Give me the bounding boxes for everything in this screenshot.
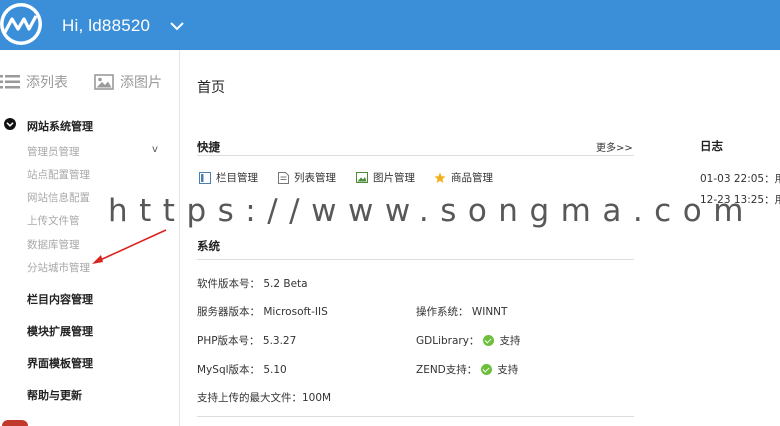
nav-group-label: 网站系统管理 xyxy=(27,120,93,133)
more-link[interactable]: 更多>> xyxy=(596,139,633,154)
add-list-button[interactable]: 添列表 xyxy=(0,72,68,92)
sidebar-item-admin[interactable]: 管理员管理 xyxy=(27,144,80,159)
sidebar-item-upload[interactable]: 上传文件管 xyxy=(27,213,80,228)
top-header: Hi, ld88520 xyxy=(0,0,780,50)
quick-link-pictures[interactable]: 图片管理 xyxy=(356,170,415,185)
quick-link-lists[interactable]: 列表管理 xyxy=(278,170,336,185)
gdlibrary-support: GDLibrary： 支持 xyxy=(416,333,520,348)
max-upload-size: 支持上传的最大文件：100M xyxy=(197,392,332,404)
nav-group-label: 帮助与更新 xyxy=(27,389,82,402)
chevron-down-icon[interactable] xyxy=(170,21,184,31)
quick-link-label: 图片管理 xyxy=(373,172,415,184)
sidebar-item-site-config[interactable]: 站点配置管理 xyxy=(27,167,90,182)
quick-link-columns[interactable]: 栏目管理 xyxy=(199,170,258,185)
server-version: 服务器版本： Microsoft-IIS xyxy=(197,306,328,318)
picture-icon xyxy=(356,172,368,183)
sidebar-item-city[interactable]: 分站城市管理 xyxy=(27,260,90,275)
add-image-label: 添图片 xyxy=(120,75,162,91)
user-greeting[interactable]: Hi, ld88520 xyxy=(62,16,150,36)
annotation-arrow-icon xyxy=(92,229,167,264)
page-title: 首页 xyxy=(197,80,225,96)
check-icon xyxy=(483,335,495,346)
sidebar-item-site-info[interactable]: 网站信息配置 xyxy=(27,190,90,205)
zend-support: ZEND支持： 支持 xyxy=(416,362,518,377)
bottom-widget-icon[interactable] xyxy=(0,420,30,426)
log-entry[interactable]: 01-03 22:05：用 xyxy=(700,171,780,186)
zend-label: ZEND支持： xyxy=(416,364,478,376)
nav-group-label: 界面模板管理 xyxy=(27,357,93,370)
nav-group-label: 栏目内容管理 xyxy=(27,293,93,306)
software-version: 软件版本号： 5.2 Beta xyxy=(197,278,308,290)
add-image-button[interactable]: 添图片 xyxy=(94,72,162,92)
gdlibrary-status: 支持 xyxy=(499,335,521,347)
operating-system: 操作系统： WINNT xyxy=(416,306,508,318)
logo-icon xyxy=(0,3,42,45)
check-icon xyxy=(481,364,493,375)
quick-section-title: 快捷 xyxy=(197,140,220,154)
main-content: 首页 快捷 更多>> 栏目管理 列表管理 图片管理 商品管理 系统 软件版本号：… xyxy=(181,50,780,426)
quick-link-label: 商品管理 xyxy=(451,172,493,184)
php-version: PHP版本号： 5.3.27 xyxy=(197,335,297,347)
collapse-icon xyxy=(4,118,16,130)
quick-link-products[interactable]: 商品管理 xyxy=(434,170,493,185)
list-icon xyxy=(278,171,289,184)
divider xyxy=(197,155,634,156)
sidebar-item-database[interactable]: 数据库管理 xyxy=(27,237,80,252)
gdlibrary-label: GDLibrary： xyxy=(416,335,480,347)
log-section-title: 日志 xyxy=(700,139,723,153)
watermark-text: https://www.songma.com xyxy=(108,193,755,229)
list-icon xyxy=(0,75,20,89)
mysql-version: MySql版本： 5.10 xyxy=(197,364,287,376)
image-icon xyxy=(94,74,114,90)
divider xyxy=(197,259,634,260)
divider xyxy=(197,416,634,417)
quick-link-label: 列表管理 xyxy=(294,172,336,184)
sub-caret[interactable]: v xyxy=(152,144,158,155)
quick-link-label: 栏目管理 xyxy=(216,172,258,184)
nav-group-label: 模块扩展管理 xyxy=(27,325,93,338)
add-list-label: 添列表 xyxy=(26,75,68,91)
column-icon xyxy=(199,171,211,184)
system-section-title: 系统 xyxy=(197,239,220,253)
zend-status: 支持 xyxy=(497,364,519,376)
star-icon xyxy=(434,172,446,183)
